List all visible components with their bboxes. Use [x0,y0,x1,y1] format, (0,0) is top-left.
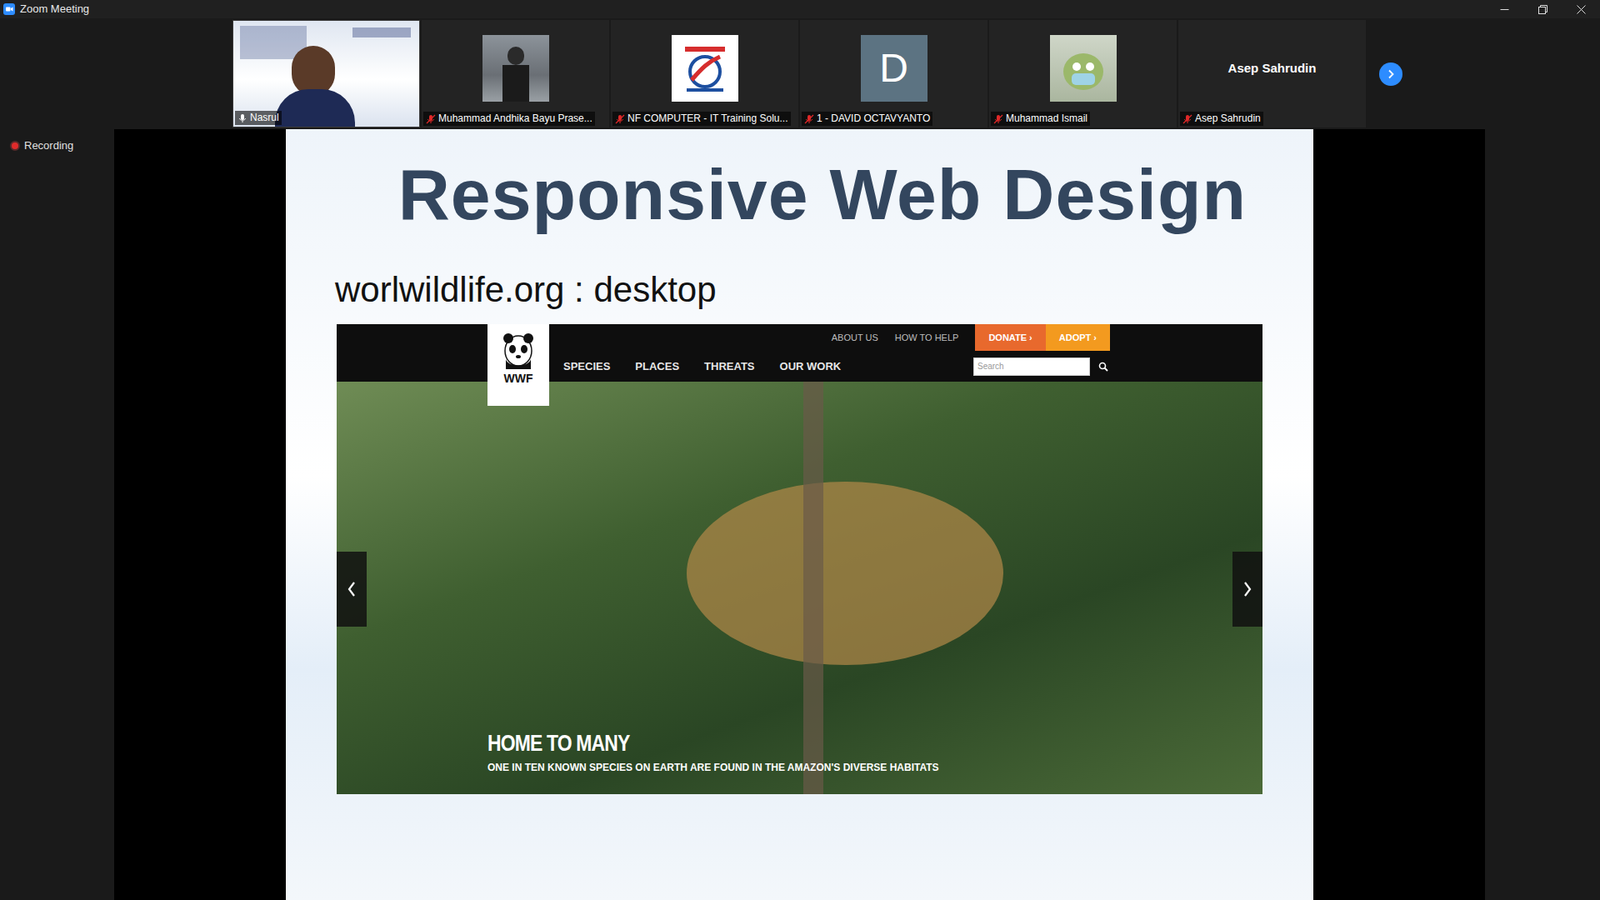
participant-tile[interactable]: Asep Sahrudin Asep Sahrudin [1178,20,1366,128]
muted-mic-icon [993,114,1004,125]
hero-caption: HOME TO MANY ONE IN TEN KNOWN SPECIES ON … [487,730,940,775]
participant-name: NF COMPUTER - IT Training Solu... [627,112,789,125]
top-nav-link[interactable]: ABOUT US [831,330,879,345]
participant-name: Muhammad Ismail [1005,112,1088,125]
site-main-nav: SPECIES PLACES THREATS OUR WORK [563,350,1110,382]
participant-tile[interactable]: D 1 - DAVID OCTAVYANTO [800,20,988,128]
chevron-left-icon[interactable] [346,580,357,598]
slide-title: Responsive Web Design [398,152,1247,236]
avatar-letter: D [879,48,909,89]
participant-tile[interactable]: Nasrul [232,20,420,128]
participant-tile[interactable]: NF COMPUTER - IT Training Solu... [610,20,799,128]
participant-tile[interactable]: Muhammad Ismail [989,20,1177,128]
website-screenshot: ABOUT US HOW TO HELP DONATE ›ADOPT › SPECIE… [336,324,1263,795]
muted-mic-icon [1182,114,1193,125]
muted-mic-icon [615,114,625,125]
minimize-button[interactable] [1485,0,1524,19]
logo-text: WWF [504,370,534,386]
left-panel: Recording [0,18,115,900]
person-body [502,65,530,102]
top-nav-button[interactable]: ADOPT › [1045,324,1110,351]
site-header-inner: ABOUT US HOW TO HELP DONATE ›ADOPT › SPECIE… [487,324,1110,382]
close-button[interactable] [1561,0,1600,19]
main-nav-link[interactable]: PLACES [635,358,680,375]
participant-label: Nasrul [235,110,282,125]
participant-label: NF COMPUTER - IT Training Solu... [612,111,791,126]
muted-mic-icon [804,114,815,125]
next-slide-button[interactable] [1232,551,1263,627]
site-header: ABOUT US HOW TO HELP DONATE ›ADOPT › SPECIE… [336,324,1263,382]
shared-screen: Responsive Web Design worlwildlife.org : … [114,129,1485,900]
company-logo [671,35,739,102]
name-display: Asep Sahrudin [1228,58,1317,79]
panda-icon [499,330,538,370]
search-group [973,357,1109,376]
meeting-area: Recording Nasrul Muhammad Andhika Bayu Pra… [0,18,1600,900]
participant-label: 1 - DAVID OCTAVYANTO [801,111,933,126]
top-nav-button[interactable]: DONATE › [975,324,1045,351]
window-title: Zoom Meeting [20,0,90,19]
restore-icon[interactable] [1538,5,1548,15]
main-nav-link[interactable]: OUR WORK [780,358,842,375]
search-icon[interactable] [1098,361,1109,372]
recording-indicator: Recording [10,139,115,153]
window-controls [1485,0,1600,19]
presentation-slide: Responsive Web Design worlwildlife.org : … [285,129,1314,900]
hero-photo-shape [803,381,824,795]
hero-subtitle: ONE IN TEN KNOWN SPECIES ON EARTH ARE FO… [487,761,940,775]
chevron-right-icon[interactable] [1385,69,1396,80]
hero-banner: HOME TO MANY ONE IN TEN KNOWN SPECIES ON … [336,381,1263,795]
participant-name: Muhammad Andhika Bayu Prase... [438,112,593,125]
restore-button[interactable] [1523,0,1562,19]
site-top-nav: ABOUT US HOW TO HELP DONATE ›ADOPT › [563,324,1110,351]
participant-label: Muhammad Andhika Bayu Prase... [423,111,595,126]
muted-mic-icon [425,114,436,125]
participant-name: Asep Sahrudin [1195,112,1261,125]
chevron-right-icon[interactable] [1242,580,1253,598]
participant-tile[interactable]: Muhammad Andhika Bayu Prase... [421,20,610,128]
slide-subtitle: worlwildlife.org : desktop [285,269,1314,311]
profile-photo [482,35,550,102]
search-field[interactable] [973,357,1090,376]
main-nav-link[interactable]: SPECIES [563,358,610,375]
person-head [507,46,525,65]
right-panel [1485,18,1600,900]
hero-photo-shape [686,481,1004,665]
close-icon[interactable] [1576,5,1586,15]
profile-avatar [1050,35,1117,102]
person-head [291,45,335,96]
minimize-icon[interactable] [1500,5,1510,15]
person-body [275,89,355,128]
zoom-logo-icon [3,3,15,15]
top-nav-link[interactable]: HOW TO HELP [895,330,960,345]
previous-slide-button[interactable] [336,551,367,627]
participant-name: Nasrul [250,111,280,125]
cartoon-avatar-icon [1056,41,1110,95]
title-bar: Zoom Meeting [0,0,1600,19]
center-column: Nasrul Muhammad Andhika Bayu Prase... NF C… [114,18,1485,900]
main-nav-links: SPECIES PLACES THREATS OUR WORK [563,358,841,375]
slide-title-row: Responsive Web Design [285,152,1314,236]
main-nav-link[interactable]: THREATS [704,358,755,375]
participant-label: Muhammad Ismail [990,111,1090,126]
center-name: Asep Sahrudin [1228,60,1317,75]
mic-icon [237,113,248,124]
participant-strip: Nasrul Muhammad Andhika Bayu Prase... NF C… [114,18,1485,130]
recording-label: Recording [24,139,74,153]
recording-dot [10,140,20,151]
slide-graphic [352,27,411,38]
nf-computer-logo-icon [680,43,730,94]
letter-avatar: D [860,35,928,102]
next-page-button[interactable] [1379,62,1403,86]
zoom-window: Zoom Meeting Recording Nasrul Muhammad Andh… [0,0,1600,900]
hero-title: HOME TO MANY [487,730,871,757]
site-logo[interactable]: WWF [487,324,550,406]
participant-name: 1 - DAVID OCTAVYANTO [816,112,930,125]
participant-label: Asep Sahrudin [1180,111,1264,126]
